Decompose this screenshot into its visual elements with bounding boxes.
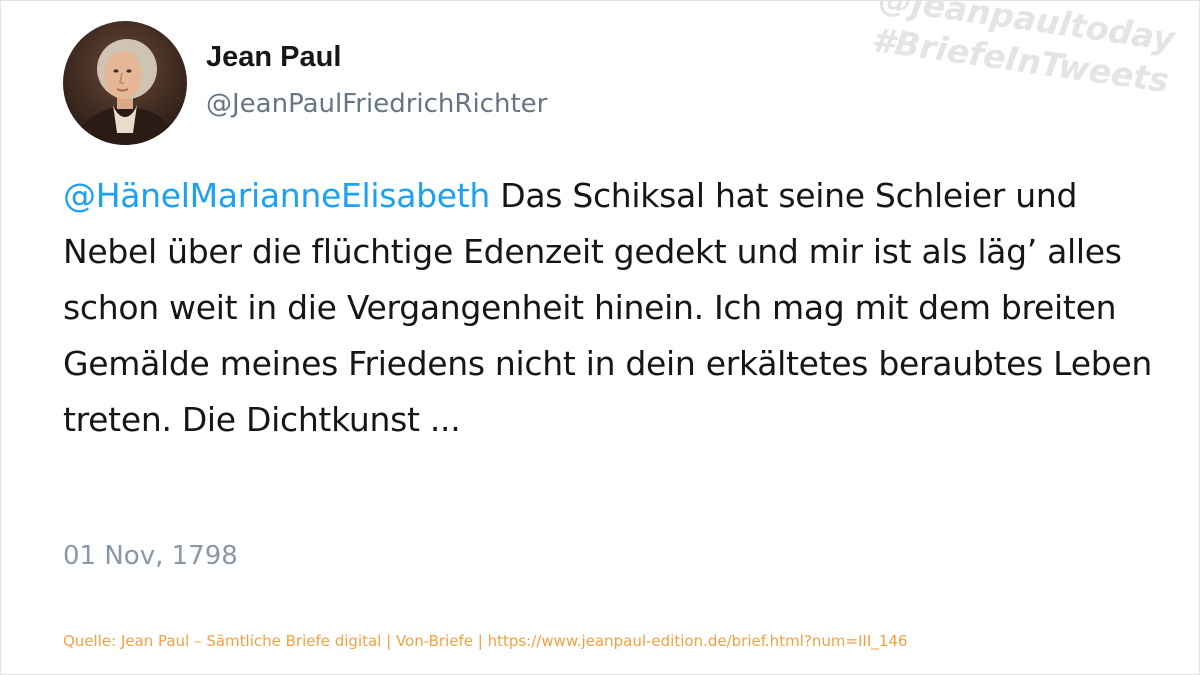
avatar[interactable] (63, 21, 187, 145)
tweet-body: Das Schiksal hat seine Schleier und Nebe… (63, 176, 1152, 439)
tweet-card: Jean Paul @JeanPaulFriedrichRichter @jea… (0, 0, 1200, 675)
tweet-date: 01 Nov, 1798 (63, 541, 238, 571)
author-display-name[interactable]: Jean Paul (206, 41, 341, 74)
source-citation: Quelle: Jean Paul – Sämtliche Briefe dig… (63, 632, 908, 650)
portrait-avatar-icon (73, 39, 179, 145)
author-handle[interactable]: @JeanPaulFriedrichRichter (206, 89, 547, 119)
mention-link[interactable]: @HänelMarianneElisabeth (63, 176, 490, 215)
tweet-text: @HänelMarianneElisabeth Das Schiksal hat… (63, 168, 1173, 448)
watermark: @jeanpaultoday #BriefeInTweets (869, 0, 1177, 102)
